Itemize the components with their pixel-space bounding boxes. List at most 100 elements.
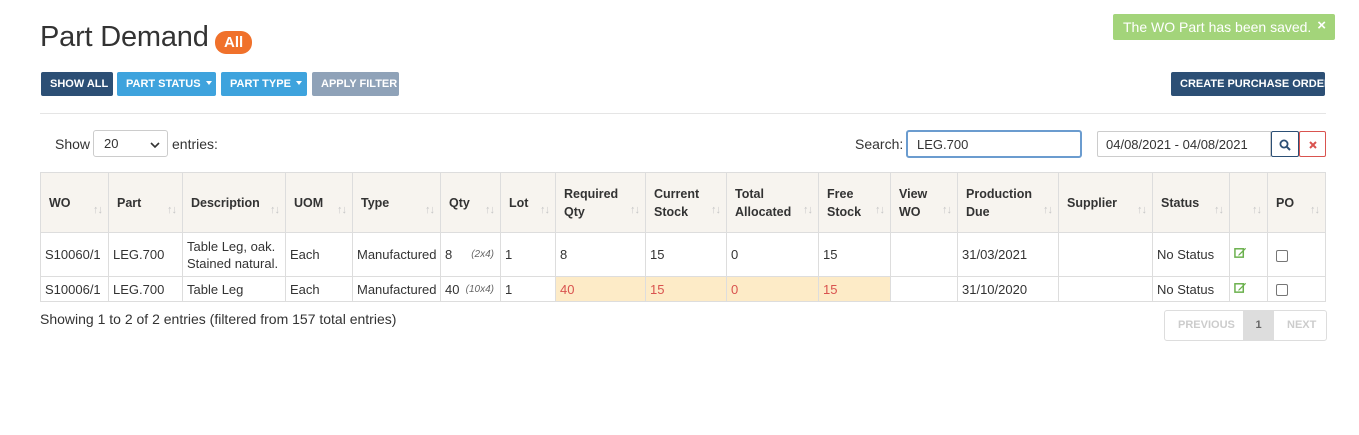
column-header-part[interactable]: Part ↑↓ (108, 172, 183, 233)
qty-breakdown: (10x4) (465, 283, 494, 295)
sort-icon: ↑↓ (270, 204, 280, 216)
show-all-button[interactable]: SHOW ALL (41, 72, 113, 96)
cell-po (1267, 232, 1326, 277)
chevron-down-icon (150, 142, 160, 149)
close-icon[interactable]: × (1317, 18, 1326, 34)
toast-notification: The WO Part has been saved. × (1113, 14, 1335, 40)
sort-icon: ↑↓ (711, 204, 721, 216)
sort-icon: ↑↓ (337, 204, 347, 216)
column-header-lot[interactable]: Lot ↑↓ (500, 172, 556, 233)
column-header-free-stock[interactable]: Free Stock ↑↓ (818, 172, 891, 233)
column-header-uom[interactable]: UOM ↑↓ (285, 172, 353, 233)
sort-icon: ↑↓ (875, 204, 885, 216)
cell-supplier (1058, 276, 1153, 302)
cell-description: Table Leg (182, 276, 286, 302)
sort-icon: ↑↓ (425, 204, 435, 216)
pagination-previous-button[interactable]: PREVIOUS (1165, 311, 1243, 340)
column-header-total-allocated[interactable]: Total Allocated ↑↓ (726, 172, 819, 233)
pagination-page-1[interactable]: 1 (1243, 311, 1274, 340)
cell-status: No Status (1152, 276, 1230, 302)
sort-icon: ↑↓ (630, 204, 640, 216)
po-checkbox[interactable] (1276, 249, 1288, 262)
column-header-required-qty[interactable]: Required Qty ↑↓ (555, 172, 646, 233)
cell-current-stock: 15 (645, 232, 727, 277)
po-checkbox[interactable] (1276, 284, 1288, 297)
table-row: S10006/1 LEG.700 Table Leg Each Manufact… (40, 276, 1326, 302)
part-type-label: PART TYPE (230, 78, 291, 90)
cell-production-due: 31/03/2021 (957, 232, 1059, 277)
sort-icon: ↑↓ (93, 204, 103, 216)
pagination-next-button[interactable]: NEXT (1274, 311, 1326, 340)
cell-description: Table Leg, oak. Stained natural. (182, 232, 286, 277)
date-search-button[interactable] (1271, 131, 1299, 157)
qty-breakdown: (2x4) (471, 249, 494, 260)
cell-wo: S10006/1 (40, 276, 109, 302)
qty-value: 8 (445, 247, 453, 262)
pagination: PREVIOUS 1 NEXT (1164, 310, 1327, 341)
column-header-production-due[interactable]: Production Due ↑↓ (957, 172, 1059, 233)
apply-filter-button[interactable]: APPLY FILTER (312, 72, 399, 96)
toast-message: The WO Part has been saved. (1123, 19, 1312, 35)
sort-icon: ↑↓ (167, 204, 177, 216)
part-type-dropdown[interactable]: PART TYPE (221, 72, 307, 96)
cell-view-wo[interactable] (890, 232, 958, 277)
part-demand-table: WO ↑↓ Part ↑↓ Description ↑↓ UOM ↑↓ Type ↑↓ Q… (40, 172, 1326, 302)
cell-type: Manufactured (352, 232, 441, 277)
cell-part: LEG.700 (108, 232, 183, 277)
date-range-input[interactable]: 04/08/2021 - 04/08/2021 (1097, 131, 1271, 157)
page-title: Part Demand (40, 21, 209, 53)
cell-required-qty: 40 (555, 276, 646, 302)
column-header-supplier[interactable]: Supplier ↑↓ (1058, 172, 1153, 233)
cell-free-stock: 15 (818, 232, 891, 277)
entries-label: entries: (172, 136, 218, 152)
search-label: Search: (855, 136, 904, 152)
column-header-po[interactable]: PO ↑↓ (1267, 172, 1326, 233)
page-size-value: 20 (104, 136, 119, 151)
column-header-current-stock[interactable]: Current Stock ↑↓ (645, 172, 727, 233)
create-purchase-order-button[interactable]: CREATE PURCHASE ORDER (1171, 72, 1332, 96)
part-status-dropdown[interactable]: PART STATUS (117, 72, 216, 96)
cell-free-stock: 15 (818, 276, 891, 302)
sort-icon: ↑↓ (1137, 204, 1147, 216)
cell-view-wo[interactable] (890, 276, 958, 302)
close-icon (1308, 141, 1317, 150)
date-clear-button[interactable] (1299, 131, 1326, 157)
table-row: S10060/1 LEG.700 Table Leg, oak. Stained… (40, 232, 1326, 277)
column-header-edit[interactable]: ↑↓ (1229, 172, 1268, 233)
divider (40, 113, 1326, 114)
cell-total-allocated: 0 (726, 276, 819, 302)
sort-icon: ↑↓ (485, 204, 495, 216)
sort-icon: ↑↓ (942, 204, 952, 216)
sort-icon: ↑↓ (1043, 204, 1053, 216)
part-status-label: PART STATUS (126, 78, 201, 90)
cell-wo: S10060/1 (40, 232, 109, 277)
sort-icon: ↑↓ (1252, 204, 1262, 216)
cell-supplier (1058, 232, 1153, 277)
cell-status: No Status (1152, 232, 1230, 277)
edit-icon[interactable] (1234, 246, 1247, 259)
cell-current-stock: 15 (645, 276, 727, 302)
sort-icon: ↑↓ (1214, 204, 1224, 216)
column-header-status[interactable]: Status ↑↓ (1152, 172, 1230, 233)
search-input[interactable]: LEG.700 (906, 130, 1082, 158)
caret-down-icon (295, 81, 302, 86)
table-info: Showing 1 to 2 of 2 entries (filtered fr… (40, 311, 397, 327)
column-header-qty[interactable]: Qty ↑↓ (440, 172, 501, 233)
cell-qty: 8 (2x4) (440, 232, 501, 277)
column-header-wo[interactable]: WO ↑↓ (40, 172, 109, 233)
page-size-select[interactable]: 20 (93, 130, 168, 157)
cell-uom: Each (285, 276, 353, 302)
column-header-type[interactable]: Type ↑↓ (352, 172, 441, 233)
filter-badge: All (215, 31, 253, 54)
cell-production-due: 31/10/2020 (957, 276, 1059, 302)
column-header-description[interactable]: Description ↑↓ (182, 172, 286, 233)
cell-lot: 1 (500, 276, 556, 302)
show-label: Show (55, 136, 91, 152)
cell-required-qty: 8 (555, 232, 646, 277)
cell-lot: 1 (500, 232, 556, 277)
edit-icon[interactable] (1234, 281, 1247, 294)
qty-value: 40 (445, 281, 460, 297)
caret-down-icon (205, 81, 212, 86)
column-header-view-wo[interactable]: View WO ↑↓ (890, 172, 958, 233)
cell-uom: Each (285, 232, 353, 277)
